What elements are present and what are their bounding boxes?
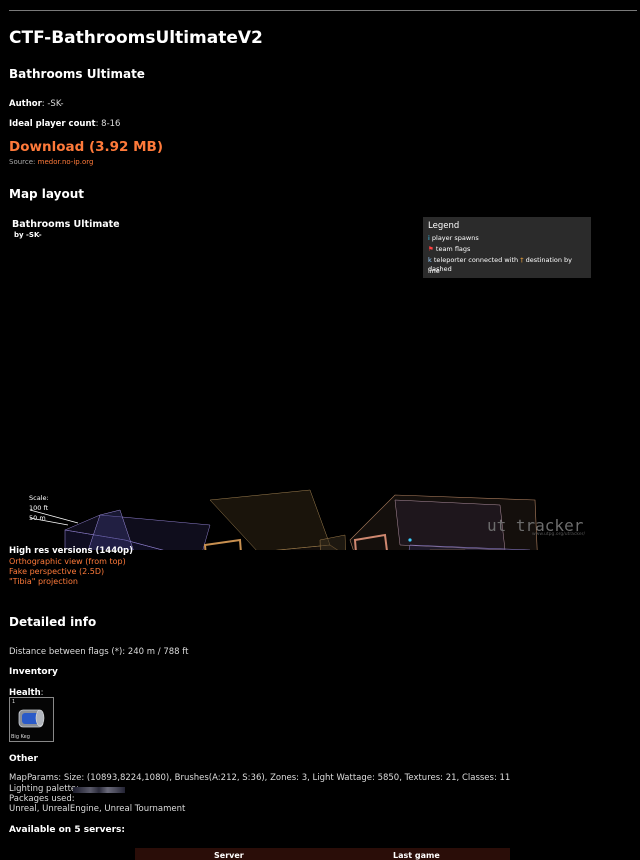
map-layout-heading: Map layout	[9, 187, 84, 201]
flag-distance-text: Distance between flags (*): 240 m / 788 …	[9, 647, 189, 657]
author-value: -SK-	[47, 99, 64, 109]
lighting-palette-label: Lighting palette:	[9, 784, 80, 794]
detailed-info-heading: Detailed info	[9, 615, 97, 629]
author-line: Author: -SK-	[9, 99, 64, 109]
fake-perspective-link[interactable]: Fake perspective (2.5D)	[9, 567, 104, 576]
lighting-palette-swatch	[73, 787, 125, 793]
teleporter-icon: k	[428, 256, 432, 264]
legend-teleporter: k teleporter connected with † destinatio…	[428, 256, 591, 274]
source-link[interactable]: medor.no-ip.org	[38, 158, 94, 166]
watermark-subtitle: www.utpg.org/utracker/	[532, 532, 585, 537]
map-scale: Scale: 100 ft 50 m	[29, 493, 49, 523]
legend-spawns-label: player spawns	[431, 234, 479, 242]
top-divider	[9, 10, 637, 11]
big-keg-item[interactable]: 1 Big Keg	[9, 697, 54, 742]
scale-ft: 100 ft	[29, 504, 49, 512]
legend-teleporter-label: teleporter connected with	[433, 256, 519, 264]
source-line: Source: medor.no-ip.org	[9, 158, 93, 166]
other-heading: Other	[9, 754, 38, 764]
column-last-game[interactable]: Last game	[393, 851, 440, 860]
map-door-frame-1	[203, 538, 242, 550]
player-count-value: 8-16	[101, 119, 121, 129]
source-label: Source:	[9, 158, 36, 166]
map-name-heading: Bathrooms Ultimate	[9, 67, 145, 81]
player-count-line: Ideal player count: 8-16	[9, 119, 120, 129]
map-legend: Legend i player spawns ⚑ team flags k te…	[423, 217, 591, 278]
legend-flags: ⚑ team flags	[428, 245, 470, 254]
page-title: CTF-BathroomsUltimateV2	[9, 28, 263, 48]
packages-label: Packages used:	[9, 794, 75, 804]
spawn-icon: i	[428, 234, 430, 242]
flag-icon: ⚑	[428, 245, 434, 253]
tibia-projection-link[interactable]: "Tibia" projection	[9, 577, 78, 586]
servers-heading: Available on 5 servers:	[9, 825, 125, 835]
inventory-heading: Inventory	[9, 667, 58, 677]
author-label: Author	[9, 99, 42, 109]
download-link[interactable]: Download (3.92 MB)	[9, 139, 163, 155]
legend-spawns: i player spawns	[428, 234, 479, 243]
legend-flags-label: team flags	[435, 245, 471, 253]
packages-value: Unreal, UnrealEngine, Unreal Tournament	[9, 804, 186, 814]
destination-icon: †	[520, 256, 524, 264]
column-server[interactable]: Server	[214, 851, 244, 860]
item-name: Big Keg	[11, 734, 30, 740]
servers-table-header	[135, 848, 510, 860]
hires-heading: High res versions (1440p)	[9, 546, 133, 556]
map-image-author: by -SK-	[14, 231, 42, 239]
orthographic-view-link[interactable]: Orthographic view (from top)	[9, 557, 126, 566]
map-params-text: MapParams: Size: (10893,8224,1080), Brus…	[9, 773, 511, 783]
player-count-label: Ideal player count	[9, 119, 96, 129]
scale-m: 50 m	[29, 514, 46, 522]
map-image-title: Bathrooms Ultimate	[12, 219, 120, 230]
legend-line: line	[428, 267, 440, 275]
legend-title: Legend	[428, 221, 460, 231]
scale-label: Scale:	[29, 494, 49, 502]
